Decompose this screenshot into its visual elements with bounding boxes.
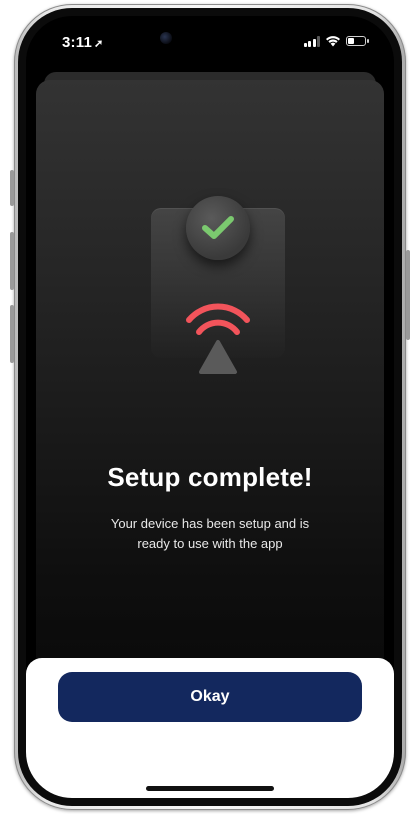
success-badge: [186, 196, 250, 260]
wifi-icon: [326, 36, 340, 47]
bottom-action-panel: Okay: [26, 658, 394, 798]
wireless-signal-icon: [186, 303, 250, 374]
front-camera: [160, 32, 172, 44]
silent-switch: [10, 170, 14, 206]
battery-icon: [346, 36, 369, 46]
home-indicator[interactable]: [146, 786, 274, 791]
page-title: Setup complete!: [107, 462, 313, 492]
status-time: 3:11 ➚: [62, 34, 103, 51]
volume-down-button: [10, 305, 14, 363]
cellular-signal-icon: [303, 35, 320, 47]
checkmark-icon: [202, 216, 234, 239]
volume-up-button: [10, 232, 14, 290]
phone-screen: 3:11 ➚ Setup complete! Your device has be…: [26, 16, 394, 798]
status-time-text: 3:11: [62, 34, 92, 51]
location-arrow-icon: ➚: [94, 38, 104, 50]
status-bar: 3:11 ➚: [26, 16, 394, 66]
status-icons: [303, 35, 369, 47]
okay-button[interactable]: Okay: [58, 672, 362, 722]
power-button: [406, 250, 410, 340]
success-message: Your device has been setup and is ready …: [110, 516, 310, 551]
